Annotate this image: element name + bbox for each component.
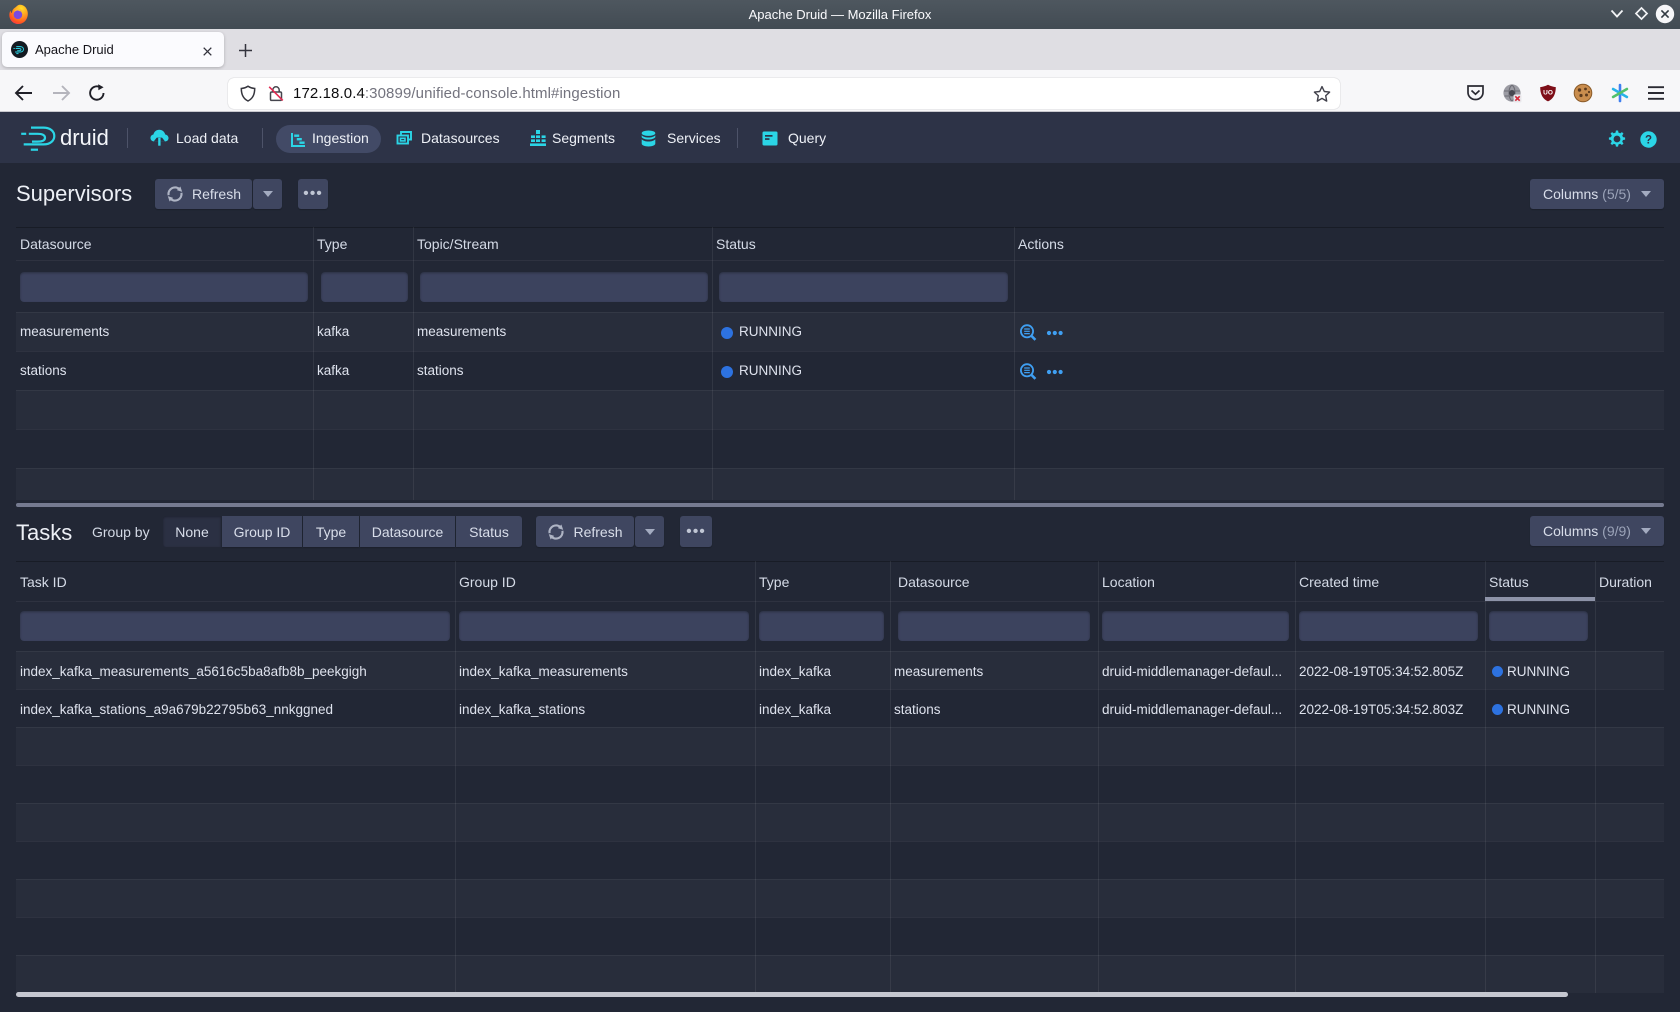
svg-text:?: ? [1645, 135, 1652, 147]
svg-text:UO: UO [1543, 90, 1553, 97]
